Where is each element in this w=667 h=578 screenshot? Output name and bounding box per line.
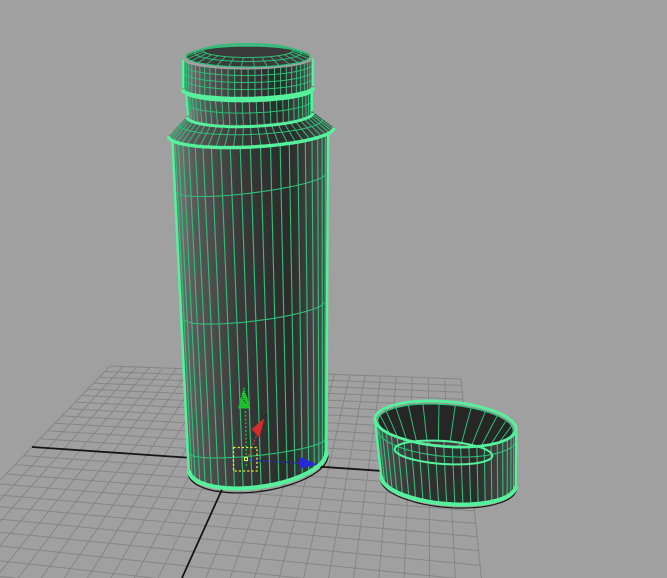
- bottle-mesh[interactable]: [166, 42, 336, 494]
- viewport[interactable]: [0, 0, 667, 578]
- lid-mesh[interactable]: [373, 399, 518, 509]
- viewport-background: [0, 0, 667, 578]
